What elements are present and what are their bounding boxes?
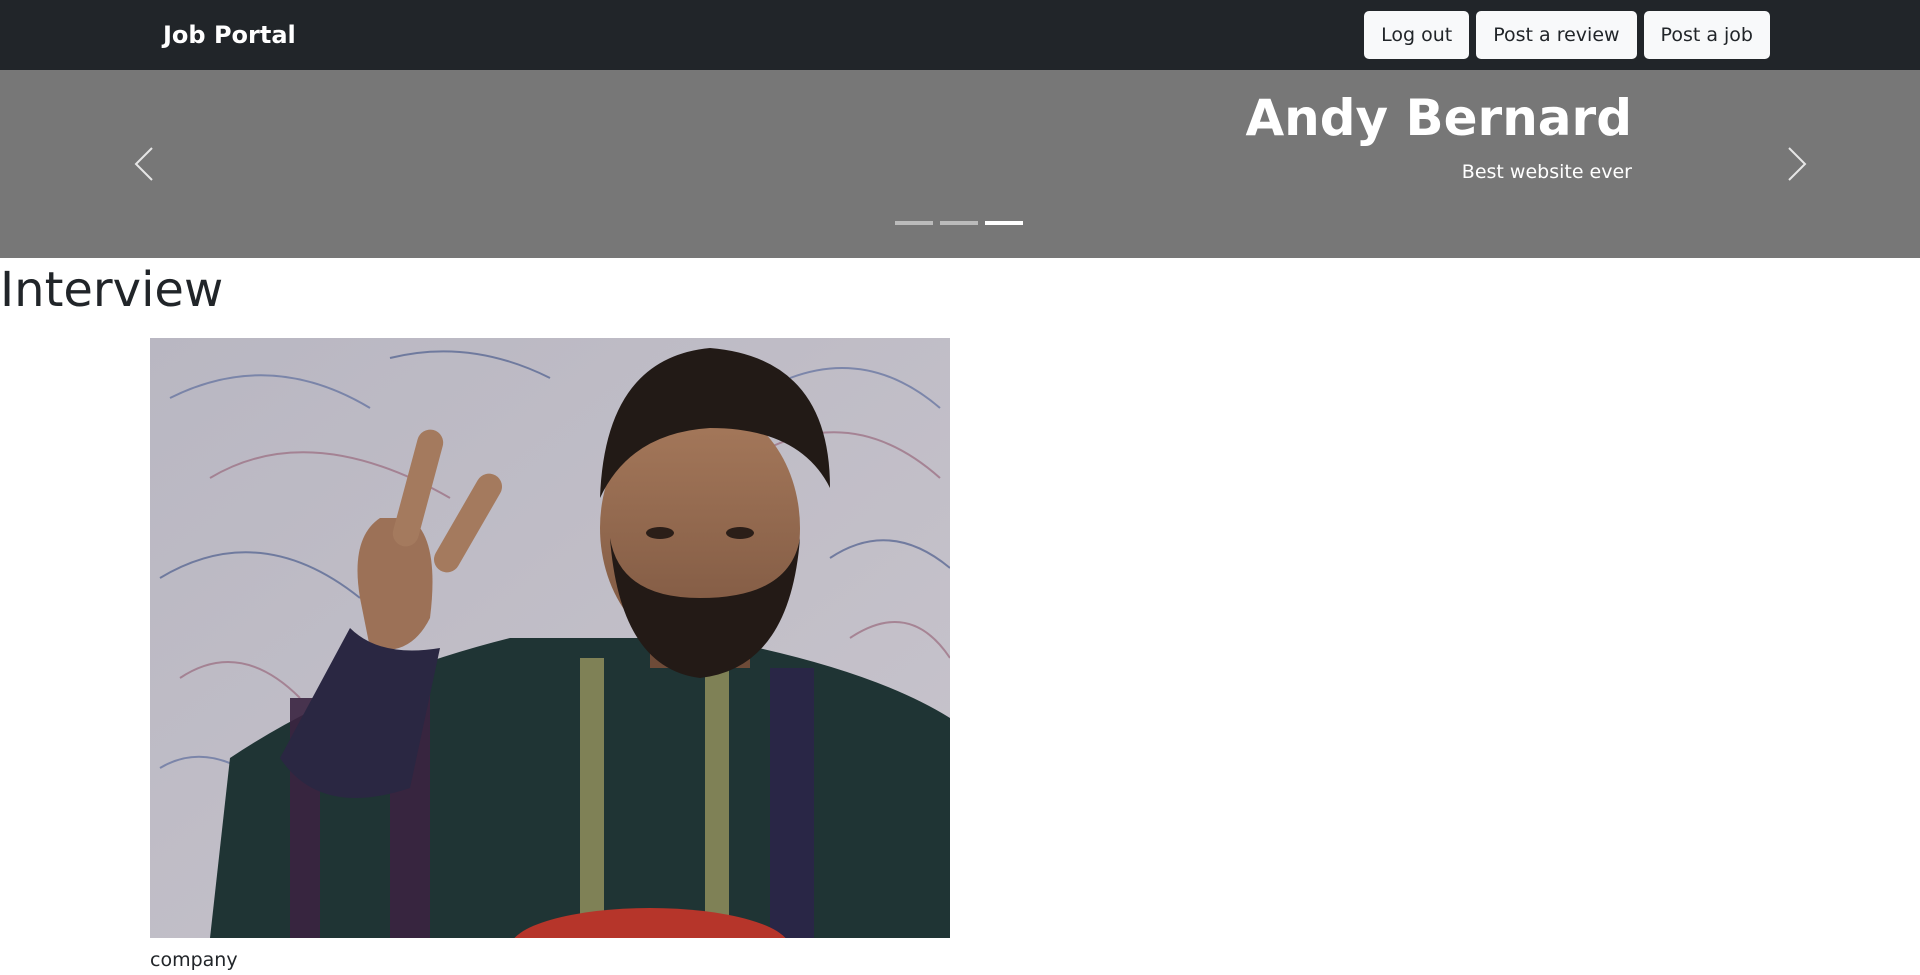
carousel-prev-button[interactable] <box>94 70 194 258</box>
carousel-indicator-3[interactable] <box>985 221 1023 225</box>
carousel-indicator-2[interactable] <box>940 221 978 225</box>
carousel-text: Best website ever <box>1461 161 1632 183</box>
testimonial-carousel: Andy Bernard Best website ever <box>0 70 1920 258</box>
chevron-left-icon <box>134 147 153 181</box>
brand-link[interactable]: Job Portal <box>163 20 296 50</box>
photo-caption: company <box>150 949 238 971</box>
carousel-indicators <box>895 221 1023 225</box>
carousel-indicator-1[interactable] <box>895 221 933 225</box>
profile-photo-image <box>150 338 950 938</box>
carousel-caption: Andy Bernard Best website ever <box>1245 88 1632 184</box>
carousel-title: Andy Bernard <box>1245 89 1632 147</box>
post-job-button[interactable]: Post a job <box>1643 11 1770 59</box>
page-title: Interview <box>0 262 224 318</box>
chevron-right-icon <box>1788 147 1807 181</box>
logout-button[interactable]: Log out <box>1364 11 1470 59</box>
navbar: Job Portal Log out Post a review Post a … <box>0 0 1920 70</box>
profile-photo <box>150 338 950 938</box>
carousel-next-button[interactable] <box>1747 70 1847 258</box>
nav-buttons: Log out Post a review Post a job <box>1364 11 1770 59</box>
post-review-button[interactable]: Post a review <box>1476 11 1637 59</box>
